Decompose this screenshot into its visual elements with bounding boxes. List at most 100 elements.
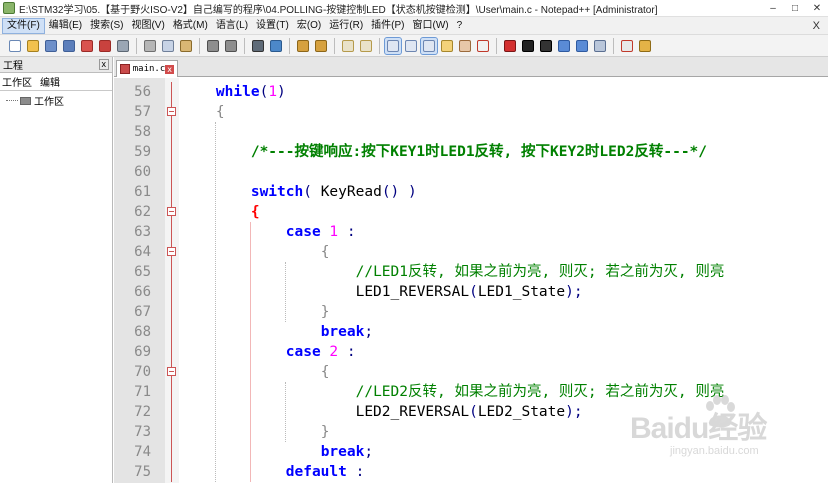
plugin-icon[interactable] [637, 38, 653, 54]
code-line[interactable]: 59 /*---按键响应:按下KEY1时LED1反转, 按下KEY2时LED2反… [114, 142, 828, 162]
code-text: { [320, 244, 330, 260]
code-text: LED1_REVERSAL(LED1_State); [181, 284, 583, 300]
play-macro-icon[interactable] [538, 38, 554, 54]
code-line[interactable]: 65 //LED1反转, 如果之前为亮, 则灭; 若之前为灭, 则亮 [114, 262, 828, 282]
code-line[interactable]: 62 { [114, 202, 828, 222]
menu-item-6[interactable]: 设置(T) [252, 18, 293, 34]
code-line[interactable]: 63 case 1 : [114, 222, 828, 242]
menu-item-4[interactable]: 格式(M) [169, 18, 212, 34]
replace-icon[interactable] [268, 38, 284, 54]
cut-icon[interactable] [142, 38, 158, 54]
save-macro-icon[interactable] [574, 38, 590, 54]
panel-tab-edit[interactable]: 编辑 [40, 74, 60, 89]
code-line[interactable]: 60 [114, 162, 828, 182]
stop-record-icon[interactable] [520, 38, 536, 54]
fold-toggle-icon[interactable] [165, 242, 179, 262]
code-line[interactable]: 61 switch( KeyRead() ) [114, 182, 828, 202]
close-all-icon[interactable] [97, 38, 113, 54]
print-icon[interactable] [115, 38, 131, 54]
code-line[interactable]: 67 } [114, 302, 828, 322]
fold-toggle-icon[interactable] [165, 102, 179, 122]
paste-icon-glyph [180, 39, 192, 52]
panel-close-button[interactable]: x [98, 59, 109, 70]
toolbar [0, 35, 828, 57]
code-line[interactable]: 58 [114, 122, 828, 142]
project-panel: 工程 x 工作区 编辑 工作区 [0, 57, 113, 483]
maximize-button[interactable]: □ [784, 1, 806, 16]
menu-item-5[interactable]: 语言(L) [212, 18, 252, 34]
fold-line [165, 162, 179, 182]
record-macro-icon[interactable] [502, 38, 518, 54]
minimize-button[interactable]: – [762, 1, 784, 16]
zoom-in-icon-glyph [297, 39, 309, 52]
fold-toggle-icon[interactable] [165, 202, 179, 222]
menu-item-2[interactable]: 搜索(S) [86, 18, 127, 34]
code-line[interactable]: 64 { [114, 242, 828, 262]
code-line[interactable]: 56 while(1) [114, 82, 828, 102]
code-line[interactable]: 57 { [114, 102, 828, 122]
code-line[interactable]: 70 { [114, 362, 828, 382]
code-text: while(1) [215, 84, 286, 100]
code-line[interactable]: 68 break; [114, 322, 828, 342]
save-icon[interactable] [43, 38, 59, 54]
find-icon[interactable] [250, 38, 266, 54]
sync-vertical-icon[interactable] [340, 38, 356, 54]
panel-header: 工程 x [0, 57, 112, 73]
open-file-icon[interactable] [25, 38, 41, 54]
spell-check-icon-glyph [621, 39, 633, 52]
code-line[interactable]: 66 LED1_REVERSAL(LED1_State); [114, 282, 828, 302]
code-line[interactable]: 69 case 2 : [114, 342, 828, 362]
line-number: 71 [134, 384, 151, 400]
undo-icon[interactable] [205, 38, 221, 54]
word-wrap-icon[interactable] [384, 36, 402, 55]
indent-guide-icon[interactable] [420, 36, 438, 55]
line-number: 58 [134, 124, 151, 140]
user-lang-icon[interactable] [439, 38, 455, 54]
zoom-out-icon[interactable] [313, 38, 329, 54]
save-macro-icon-glyph [576, 39, 588, 52]
macro-list-icon[interactable] [592, 38, 608, 54]
function-list-icon[interactable] [475, 38, 491, 54]
close-window-button[interactable]: ✕ [806, 1, 828, 16]
sync-horizontal-icon-glyph [360, 39, 372, 52]
new-file-icon[interactable] [7, 38, 23, 54]
show-all-chars-icon[interactable] [403, 38, 419, 54]
sync-horizontal-icon[interactable] [358, 38, 374, 54]
spell-check-icon[interactable] [619, 38, 635, 54]
plugin-icon-glyph [639, 39, 651, 52]
menu-item-10[interactable]: 窗口(W) [409, 18, 453, 34]
code-text: switch( KeyRead() ) [250, 184, 417, 200]
doc-map-icon[interactable] [457, 38, 473, 54]
close-all-icon-glyph [99, 39, 111, 52]
zoom-in-icon[interactable] [295, 38, 311, 54]
close-file-icon[interactable] [79, 38, 95, 54]
tab-close-button[interactable]: x [165, 64, 174, 74]
show-all-chars-icon-glyph [405, 39, 417, 52]
tab-main-c[interactable]: main.c x [116, 60, 178, 77]
menu-item-1[interactable]: 编辑(E) [45, 18, 86, 34]
play-multiple-icon[interactable] [556, 38, 572, 54]
sync-vertical-icon-glyph [342, 39, 354, 52]
menu-item-9[interactable]: 插件(P) [367, 18, 408, 34]
code-text: { [215, 104, 225, 120]
code-text: case 1 : [285, 224, 356, 240]
undo-icon-glyph [207, 39, 219, 52]
tree-connector [6, 100, 18, 101]
panel-tab-workspace[interactable]: 工作区 [2, 74, 32, 89]
save-all-icon[interactable] [61, 38, 77, 54]
line-number: 72 [134, 404, 151, 420]
menu-item-3[interactable]: 视图(V) [127, 18, 168, 34]
line-number: 63 [134, 224, 151, 240]
menu-item-8[interactable]: 运行(R) [325, 18, 367, 34]
project-tree: 工作区 [0, 91, 112, 108]
tree-item-workspace[interactable]: 工作区 [6, 93, 112, 108]
code-text: { [250, 204, 260, 220]
paste-icon[interactable] [178, 38, 194, 54]
copy-icon[interactable] [160, 38, 176, 54]
menu-item-7[interactable]: 宏(O) [293, 18, 325, 34]
menu-item-11[interactable]: ? [453, 18, 467, 34]
close-document-button[interactable]: X [805, 20, 828, 32]
redo-icon[interactable] [223, 38, 239, 54]
menu-item-0[interactable]: 文件(F) [2, 17, 45, 34]
fold-toggle-icon[interactable] [165, 362, 179, 382]
